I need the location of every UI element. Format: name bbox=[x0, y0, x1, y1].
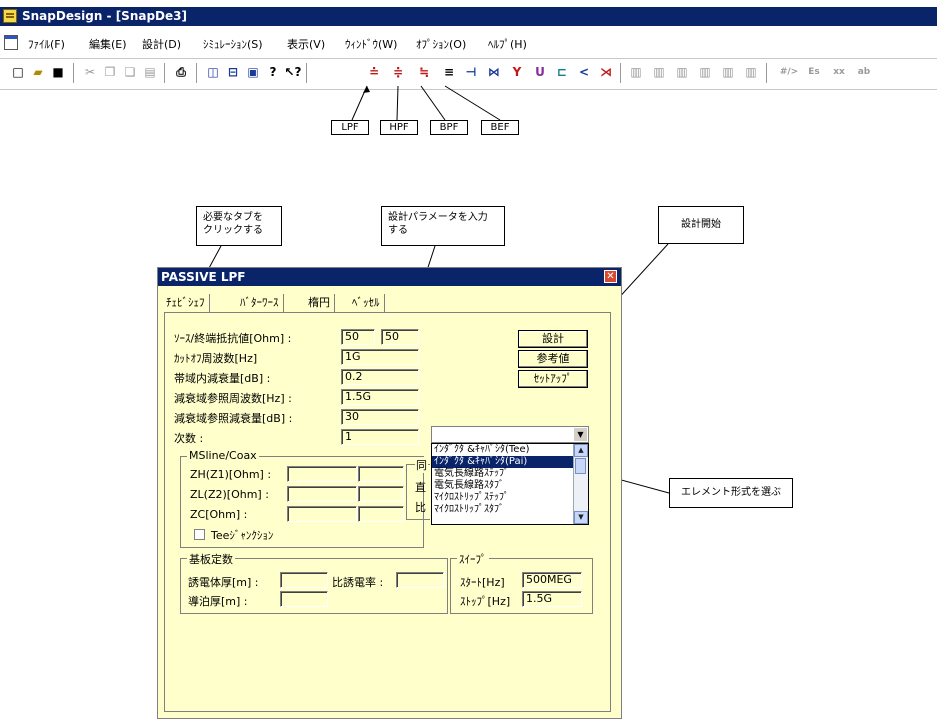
tab-chebyshev[interactable]: ﾁｪﾋﾞｼｪﾌ bbox=[162, 294, 210, 312]
tab-bessel[interactable]: ﾍﾞｯｾﾙ bbox=[348, 294, 385, 312]
start-hint-note: 設計開始 bbox=[658, 206, 744, 244]
close-button[interactable]: ✕ bbox=[604, 270, 617, 283]
tab-hint-line1: 必要なタブを bbox=[203, 212, 263, 223]
hpf-callout: HPF bbox=[380, 120, 418, 135]
sweep-title: ｽｲｰﾌﾟ bbox=[457, 551, 489, 567]
sweep-start-label: ｽﾀｰﾄ[Hz] bbox=[460, 576, 505, 589]
chevron-down-icon[interactable]: ▼ bbox=[574, 428, 587, 441]
zh-label: ZH(Z1)[Ohm] : bbox=[190, 468, 272, 481]
tab-hint-line2: クリックする bbox=[203, 225, 263, 236]
stopfreq-input[interactable]: 1.5G bbox=[341, 389, 419, 405]
thickness-label: 誘電体厚[m] : bbox=[188, 576, 259, 589]
source-label: ｿｰｽ/終端抵抗値[Ohm] : bbox=[174, 332, 292, 345]
order-label: 次数 : bbox=[174, 432, 204, 445]
stopatt-input[interactable]: 30 bbox=[341, 409, 419, 425]
element-type-dropdown[interactable]: ▼ bbox=[431, 426, 589, 443]
setup-button[interactable]: ｾｯﾄｱｯﾌﾟ bbox=[518, 370, 588, 388]
list-item[interactable]: 電気長線路ｽﾀﾌﾞ bbox=[432, 480, 588, 492]
list-scrollbar[interactable]: ▲ ▼ bbox=[573, 444, 588, 524]
tab-hint-note: 必要なタブを クリックする bbox=[196, 206, 282, 246]
zl-input-1[interactable] bbox=[287, 486, 357, 502]
sweep-stop-input[interactable]: 1.5G bbox=[522, 591, 582, 607]
thickness-input[interactable] bbox=[280, 572, 328, 588]
bpf-callout: BPF bbox=[430, 120, 468, 135]
tab-butterworth[interactable]: ﾊﾞﾀｰﾜｰｽ bbox=[236, 294, 284, 312]
tee-junction-label: Teeｼﾞｬﾝｸｼｮﾝ bbox=[211, 529, 274, 542]
list-item[interactable]: 電気長線路ｽﾃｯﾌﾟ bbox=[432, 468, 588, 480]
hidden-group-label-1: 同 bbox=[415, 457, 428, 473]
reference-button[interactable]: 参考値 bbox=[518, 350, 588, 368]
zc-input-1[interactable] bbox=[287, 506, 357, 522]
msline-title: MSline/Coax bbox=[187, 449, 259, 462]
permittivity-input[interactable] bbox=[396, 572, 444, 588]
zh-input-1[interactable] bbox=[287, 466, 357, 482]
dialog-title-bar: PASSIVE LPF ✕ bbox=[158, 268, 621, 286]
stopfreq-label: 減衰域参照周波数[Hz] : bbox=[174, 392, 292, 405]
list-item-selected[interactable]: ｲﾝﾀﾞｸﾀ &ｷｬﾊﾟｼﾀ(Pai) bbox=[432, 456, 588, 468]
cutoff-label: ｶｯﾄｵﾌ周波数[Hz] bbox=[174, 352, 258, 365]
zl-label: ZL(Z2)[Ohm] : bbox=[190, 488, 269, 501]
zc-input-2[interactable] bbox=[358, 506, 404, 522]
substrate-title: 基板定数 bbox=[187, 551, 235, 567]
passive-lpf-dialog: PASSIVE LPF ✕ ﾁｪﾋﾞｼｪﾌ ﾊﾞﾀｰﾜｰｽ 楕円 ﾍﾞｯｾﾙ ｿ… bbox=[157, 267, 622, 719]
cutoff-input[interactable]: 1G bbox=[341, 349, 419, 365]
param-hint-line1: 設計パラメータを入力 bbox=[388, 212, 488, 223]
source-input[interactable]: 50 bbox=[341, 329, 375, 345]
scroll-thumb[interactable] bbox=[575, 458, 586, 474]
tab-elliptic[interactable]: 楕円 bbox=[304, 294, 335, 312]
conductor-input[interactable] bbox=[280, 591, 328, 607]
passband-input[interactable]: 0.2 bbox=[341, 369, 419, 385]
passband-label: 帯域内減衰量[dB] : bbox=[174, 372, 271, 385]
permittivity-label: 比誘電率 : bbox=[332, 576, 384, 589]
scroll-up-icon[interactable]: ▲ bbox=[574, 444, 588, 457]
zh-input-2[interactable] bbox=[358, 466, 404, 482]
sweep-start-input[interactable]: 500MEG bbox=[522, 572, 582, 588]
dialog-title: PASSIVE LPF bbox=[161, 270, 246, 284]
tee-junction-checkbox[interactable] bbox=[194, 529, 205, 540]
hidden-group-label-3: 比 bbox=[415, 501, 426, 514]
bef-callout: BEF bbox=[481, 120, 519, 135]
param-hint-line2: する bbox=[388, 225, 408, 236]
list-item[interactable]: ｲﾝﾀﾞｸﾀ &ｷｬﾊﾟｼﾀ(Tee) bbox=[432, 444, 588, 456]
design-button[interactable]: 設計 bbox=[518, 330, 588, 348]
list-item[interactable]: ﾏｲｸﾛｽﾄﾘｯﾌﾟｽﾀﾌﾞ bbox=[432, 504, 588, 516]
element-hint-note: エレメント形式を選ぶ bbox=[669, 478, 793, 508]
load-input[interactable]: 50 bbox=[381, 329, 419, 345]
zl-input-2[interactable] bbox=[358, 486, 404, 502]
element-type-list[interactable]: ｲﾝﾀﾞｸﾀ &ｷｬﾊﾟｼﾀ(Tee) ｲﾝﾀﾞｸﾀ &ｷｬﾊﾟｼﾀ(Pai) … bbox=[431, 443, 589, 525]
order-input[interactable]: 1 bbox=[341, 429, 419, 445]
stopatt-label: 減衰域参照減衰量[dB] : bbox=[174, 412, 293, 425]
scroll-down-icon[interactable]: ▼ bbox=[574, 511, 588, 524]
hidden-group: 同 直 比 bbox=[406, 457, 430, 520]
lpf-callout: LPF bbox=[331, 120, 369, 135]
conductor-label: 導泊厚[m] : bbox=[188, 595, 248, 608]
param-hint-note: 設計パラメータを入力 する bbox=[381, 206, 505, 246]
hidden-group-label-2: 直 bbox=[415, 481, 426, 494]
zc-label: ZC[Ohm] : bbox=[190, 508, 248, 521]
sweep-stop-label: ｽﾄｯﾌﾟ[Hz] bbox=[460, 595, 511, 608]
list-item[interactable]: ﾏｲｸﾛｽﾄﾘｯﾌﾟｽﾃｯﾌﾟ bbox=[432, 492, 588, 504]
